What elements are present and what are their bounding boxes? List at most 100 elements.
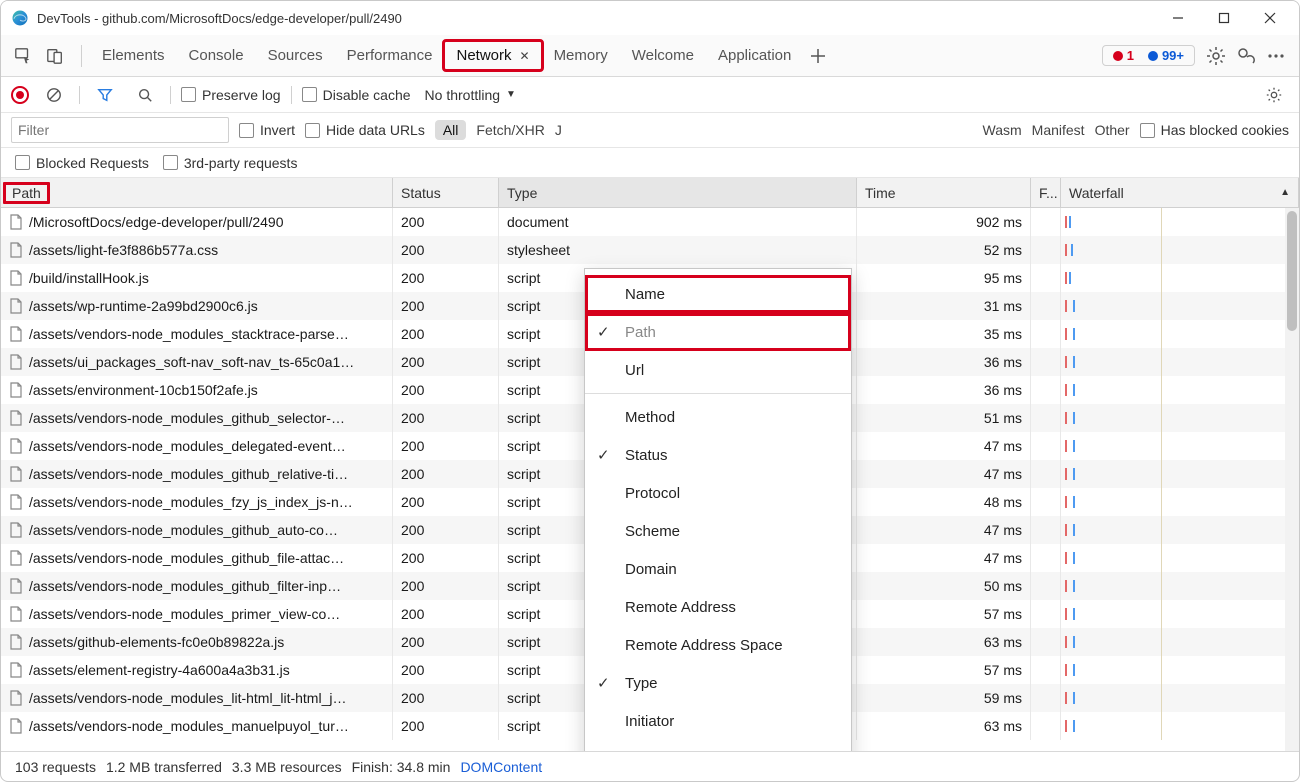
cell-f [1031, 460, 1061, 488]
tab-network-label: Network [456, 47, 511, 64]
vertical-scrollbar[interactable] [1285, 208, 1299, 751]
clear-button[interactable] [39, 80, 69, 110]
cell-path: /assets/light-fe3f886b577a.css [1, 236, 393, 264]
table-row[interactable]: /MicrosoftDocs/edge-developer/pull/24902… [1, 208, 1299, 236]
col-waterfall[interactable]: Waterfall▲ [1061, 178, 1299, 207]
cell-time: 50 ms [857, 572, 1031, 600]
tab-welcome[interactable]: Welcome [620, 41, 706, 70]
inspect-element-icon[interactable] [9, 42, 37, 70]
tab-memory[interactable]: Memory [542, 41, 620, 70]
cell-path: /assets/wp-runtime-2a99bd2900c6.js [1, 292, 393, 320]
network-table: Path Status Type Time F... Waterfall▲ /M… [1, 178, 1299, 751]
table-header: Path Status Type Time F... Waterfall▲ [1, 178, 1299, 208]
ctx-item-protocol[interactable]: Protocol [585, 474, 851, 512]
ctx-item-remote-address-space[interactable]: Remote Address Space [585, 626, 851, 664]
cell-time: 51 ms [857, 404, 1031, 432]
more-icon[interactable] [1261, 41, 1291, 71]
ctx-item-initiator[interactable]: Initiator [585, 702, 851, 740]
maximize-button[interactable] [1201, 3, 1247, 33]
ctx-item-status[interactable]: ✓Status [585, 436, 851, 474]
filter-icon[interactable] [90, 80, 120, 110]
status-resources: 3.3 MB resources [232, 759, 342, 775]
blocked-requests-checkbox[interactable]: Blocked Requests [15, 155, 149, 171]
tab-elements[interactable]: Elements [90, 41, 177, 70]
filter-js-trunc[interactable]: J [555, 122, 562, 138]
filter-input[interactable] [11, 117, 229, 143]
cell-path: /MicrosoftDocs/edge-developer/pull/2490 [1, 208, 393, 236]
add-tab-button[interactable] [803, 41, 833, 71]
cell-time: 31 ms [857, 292, 1031, 320]
col-f[interactable]: F... [1031, 178, 1061, 207]
cell-status: 200 [393, 600, 499, 628]
cell-f [1031, 320, 1061, 348]
network-settings-icon[interactable] [1259, 80, 1289, 110]
col-time[interactable]: Time [857, 178, 1031, 207]
tab-application[interactable]: Application [706, 41, 803, 70]
ctx-item-type[interactable]: ✓Type [585, 664, 851, 702]
cell-status: 200 [393, 264, 499, 292]
ctx-item-url[interactable]: Url [585, 351, 851, 389]
throttling-select[interactable]: No throttling▼ [421, 85, 520, 105]
col-path[interactable]: Path [1, 178, 393, 207]
ctx-item-remote-address[interactable]: Remote Address [585, 588, 851, 626]
cell-status: 200 [393, 348, 499, 376]
ctx-item-name[interactable]: Name [585, 275, 851, 313]
cell-time: 63 ms [857, 712, 1031, 740]
cell-time: 902 ms [857, 208, 1031, 236]
settings-icon[interactable] [1201, 41, 1231, 71]
cell-f [1031, 264, 1061, 292]
close-icon[interactable]: ✕ [520, 49, 530, 63]
tab-performance[interactable]: Performance [335, 41, 445, 70]
title-bar: DevTools - github.com/MicrosoftDocs/edge… [1, 1, 1299, 35]
cell-path: /assets/element-registry-4a600a4a3b31.js [1, 656, 393, 684]
cell-type: stylesheet [499, 236, 857, 264]
has-blocked-cookies-checkbox[interactable]: Has blocked cookies [1140, 122, 1289, 138]
disable-cache-checkbox[interactable]: Disable cache [302, 87, 411, 103]
ctx-item-scheme[interactable]: Scheme [585, 512, 851, 550]
ctx-item-path[interactable]: ✓Path [585, 313, 851, 351]
cell-status: 200 [393, 684, 499, 712]
invert-checkbox[interactable]: Invert [239, 122, 295, 138]
search-icon[interactable] [130, 80, 160, 110]
tab-network[interactable]: Network ✕ [444, 41, 541, 70]
status-transferred: 1.2 MB transferred [106, 759, 222, 775]
status-requests: 103 requests [15, 759, 96, 775]
cell-waterfall [1061, 432, 1299, 460]
filter-manifest[interactable]: Manifest [1032, 122, 1085, 138]
record-button[interactable] [11, 86, 29, 104]
tab-console[interactable]: Console [177, 41, 256, 70]
cell-path: /assets/vendors-node_modules_delegated-e… [1, 432, 393, 460]
cell-status: 200 [393, 712, 499, 740]
cell-time: 47 ms [857, 544, 1031, 572]
sort-desc-icon: ▲ [1280, 187, 1290, 198]
col-type[interactable]: Type [499, 178, 857, 207]
third-party-checkbox[interactable]: 3rd-party requests [163, 155, 298, 171]
device-toggle-icon[interactable] [41, 42, 69, 70]
cell-status: 200 [393, 488, 499, 516]
filter-all[interactable]: All [435, 120, 467, 140]
cell-waterfall [1061, 264, 1299, 292]
table-row[interactable]: /assets/light-fe3f886b577a.css200stylesh… [1, 236, 1299, 264]
cell-time: 48 ms [857, 488, 1031, 516]
chevron-down-icon: ▼ [506, 89, 516, 100]
ctx-item-initiator-address-space[interactable]: Initiator Address Space [585, 740, 851, 751]
check-icon: ✓ [597, 323, 610, 341]
ctx-item-method[interactable]: Method [585, 398, 851, 436]
col-status[interactable]: Status [393, 178, 499, 207]
cell-f [1031, 348, 1061, 376]
ctx-item-domain[interactable]: Domain [585, 550, 851, 588]
filter-wasm[interactable]: Wasm [983, 122, 1022, 138]
cell-status: 200 [393, 544, 499, 572]
feedback-icon[interactable] [1231, 41, 1261, 71]
tab-sources[interactable]: Sources [256, 41, 335, 70]
filter-fetchxhr[interactable]: Fetch/XHR [476, 122, 544, 138]
cell-time: 57 ms [857, 600, 1031, 628]
filter-other[interactable]: Other [1095, 122, 1130, 138]
close-window-button[interactable] [1247, 3, 1293, 33]
issues-badge[interactable]: 1 99+ [1102, 45, 1195, 66]
minimize-button[interactable] [1155, 3, 1201, 33]
cell-f [1031, 628, 1061, 656]
preserve-log-checkbox[interactable]: Preserve log [181, 87, 281, 103]
cell-waterfall [1061, 712, 1299, 740]
hide-data-urls-checkbox[interactable]: Hide data URLs [305, 122, 425, 138]
